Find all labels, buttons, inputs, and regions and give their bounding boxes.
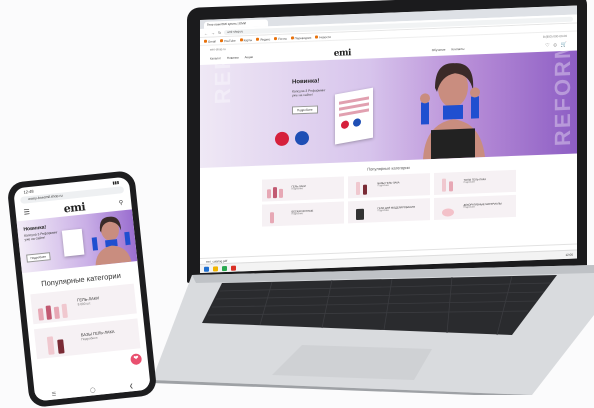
phone-logo[interactable]: emi [63, 200, 86, 215]
hero-subtitle: Капсула 3 Реформинг уже на сайте! [292, 88, 326, 98]
hero-title: Новинка! [292, 78, 320, 86]
model-photo [420, 63, 485, 160]
bottle-image [266, 189, 271, 199]
reload-icon[interactable]: ↻ [218, 30, 221, 35]
phone-screen: 12:48 ▮▮▮ eomy-boecmil.shop.ru ☰ emi ⚲ Н… [13, 176, 151, 402]
cart-icon[interactable]: 🛒 [561, 42, 567, 48]
menu-item[interactable]: Каталог [210, 56, 221, 60]
site-logo[interactable]: emi [334, 48, 351, 59]
decor-image [441, 208, 454, 217]
category-card[interactable]: Бескислотные Подробнее [261, 201, 344, 227]
bottle-image [57, 339, 65, 354]
phone-category-card[interactable]: Базы гель-лака Подробнее [33, 318, 141, 360]
bookmark-item[interactable]: Gmail [204, 39, 216, 43]
polish-swatch-red [275, 131, 289, 147]
category-sub: Подробнее [463, 181, 475, 184]
category-sub: Подробнее [377, 184, 389, 188]
bookmark-item[interactable]: Яндекс [256, 37, 270, 42]
phone-model-photo [91, 216, 132, 266]
recent-apps-icon[interactable]: ☰ [52, 391, 57, 397]
bottle-image [448, 181, 453, 192]
bottle-image [441, 178, 446, 192]
bottle-image [278, 188, 283, 198]
site-menu-right: Обучение Контакты [432, 47, 465, 52]
heart-icon[interactable]: ♡ [545, 43, 549, 49]
user-icon[interactable]: ☺ [553, 42, 558, 48]
phone-category-sub: 8 000 шт. [77, 301, 92, 307]
laptop-screen: Гель-лаки EMI купить | ЕМИ ← → ↻ emi-sho… [200, 5, 577, 274]
bookmark-item[interactable]: Почта [274, 36, 286, 40]
category-card[interactable]: Гель-лаки Подробнее [261, 176, 344, 202]
category-sub: Подробнее [291, 213, 303, 216]
jar-image [355, 208, 364, 221]
categories-grid: Гель-лаки Подробнее Базы гель-лака Подро… [200, 168, 577, 229]
search-icon[interactable]: ⚲ [118, 199, 123, 206]
category-card[interactable]: Базы гель-лака Подробнее [347, 173, 430, 199]
laptop-base [152, 265, 594, 395]
hamburger-icon[interactable]: ☰ [23, 208, 30, 217]
menu-item[interactable]: Акции [245, 55, 253, 59]
category-card[interactable]: Гели для моделирования Подробнее [347, 198, 430, 224]
bottle-image [362, 184, 367, 195]
signal-icon: ▮▮▮ [112, 179, 120, 185]
bottle-image [272, 187, 277, 199]
product-box-image [335, 87, 373, 145]
category-sub: Подробнее [291, 188, 303, 191]
category-card[interactable]: Декоративные материалы Подробнее [433, 194, 516, 221]
phone: 12:48 ▮▮▮ eomy-boecmil.shop.ru ☰ emi ⚲ Н… [6, 169, 158, 408]
header-icons: ♡ ☺ 🛒 [545, 42, 567, 49]
site-domain: emi-shop.ru [210, 46, 226, 52]
bottle-image [269, 212, 274, 224]
phone-category-card[interactable]: Гель-лаки 8 000 шт. [30, 283, 137, 325]
back-nav-icon[interactable]: ❮ [129, 383, 134, 389]
phone-hero-banner[interactable]: Новинка! Капсула 3 Реформинг уже на сайт… [16, 209, 138, 274]
site-menu: Каталог Новинки Акции [210, 55, 253, 61]
hero-button[interactable]: Подробнее [292, 105, 318, 115]
bottle-image [46, 336, 55, 355]
menu-item[interactable]: Новинки [227, 56, 239, 60]
chat-button[interactable]: ❤ [130, 353, 143, 366]
home-icon[interactable]: ◯ [90, 387, 96, 394]
bookmark-item[interactable]: YouTube [220, 38, 236, 43]
category-sub: Подробнее [377, 209, 389, 213]
site-phone[interactable]: 8 (800) 000-00-00 [543, 33, 567, 38]
phone-category-sub: Подробнее [81, 335, 98, 342]
bottle-image [355, 181, 360, 196]
bottle-image [61, 303, 68, 319]
bookmark-item[interactable]: Новости [315, 34, 331, 39]
forward-icon[interactable]: → [211, 30, 215, 35]
menu-item[interactable]: Контакты [451, 47, 464, 51]
phone-product-box [61, 228, 85, 257]
hero-banner[interactable]: REFORMING REFORMING Новинка! Капсула 3 Р… [200, 50, 577, 168]
menu-item[interactable]: Обучение [432, 48, 446, 53]
chat-icon: ❤ [133, 355, 139, 362]
phone-hero-button[interactable]: Подробнее [26, 252, 51, 263]
polish-swatch-blue [295, 130, 309, 146]
category-sub: Подробнее [463, 206, 475, 209]
category-card[interactable]: Топы гель-лака Подробнее [433, 169, 516, 196]
back-icon[interactable]: ← [204, 30, 208, 35]
hero-vertical-word-right: REFORMING [550, 50, 575, 147]
bottle-image [37, 308, 45, 321]
bookmark-item[interactable]: Карты [240, 37, 253, 41]
bookmark-item[interactable]: Переводчик [291, 35, 312, 40]
phone-clock: 12:48 [23, 188, 34, 195]
bottle-image [45, 305, 53, 320]
bottle-image [53, 306, 60, 319]
